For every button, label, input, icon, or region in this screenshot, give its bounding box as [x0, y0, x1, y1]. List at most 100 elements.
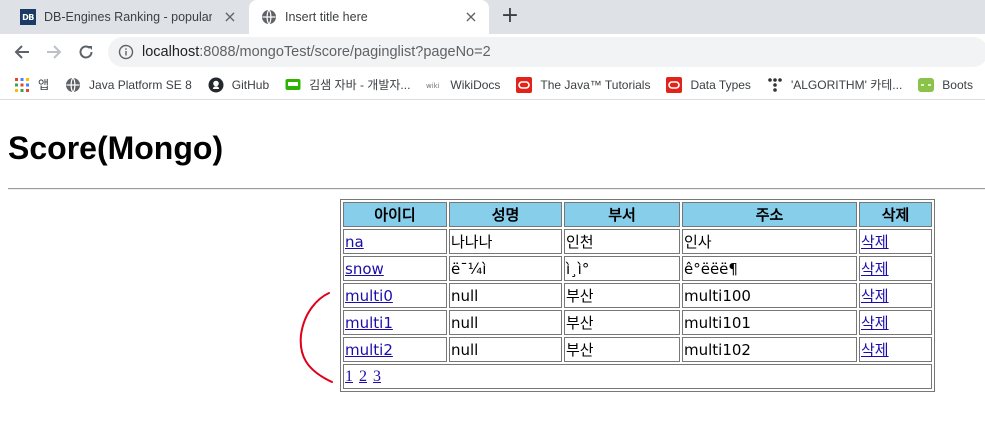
id-link[interactable]: multi0	[345, 287, 393, 305]
bookmark-label: Boots	[942, 77, 973, 92]
cell-id: snow	[343, 256, 447, 281]
bookmark-label: 김샘 자바 - 개발자...	[309, 78, 411, 92]
url-text: localhost:8088/mongoTest/score/paginglis…	[142, 44, 491, 60]
info-icon[interactable]	[118, 44, 134, 60]
address-bar[interactable]: localhost:8088/mongoTest/score/paginglis…	[108, 37, 985, 67]
header-addr: 주소	[682, 202, 857, 227]
svg-text:wiki: wiki	[426, 82, 440, 90]
bookmark-wikidocs[interactable]: wiki WikiDocs	[426, 77, 500, 93]
bookmark-label: 'ALGORITHM' 카테...	[790, 78, 903, 92]
cell-id: multi0	[343, 283, 447, 308]
table-row: multi2 null 부산 multi102 삭제	[343, 337, 932, 362]
page-link-2[interactable]: 2	[359, 368, 367, 385]
bookmark-algorithm[interactable]: 'ALGORITHM' 카테...	[767, 76, 902, 93]
bookmark-label: WikiDocs	[450, 77, 501, 92]
tab-insert-title[interactable]: Insert title here ×	[249, 0, 489, 34]
page-link-3[interactable]: 3	[373, 368, 381, 385]
close-icon[interactable]: ×	[222, 9, 238, 25]
tab-strip: DB DB-Engines Ranking - popularit × Inse…	[0, 0, 985, 34]
wikidocs-icon: wiki	[426, 77, 442, 93]
forward-arrow-icon[interactable]	[40, 38, 68, 66]
tistory-icon	[767, 77, 783, 93]
header-delete: 삭제	[859, 202, 932, 227]
apps-grid-icon	[14, 77, 30, 93]
cell-dept: 인천	[564, 229, 680, 254]
bookmark-data-types[interactable]: Data Types	[666, 76, 751, 93]
page-title: Score(Mongo)	[8, 130, 224, 166]
cell-dept: 부산	[564, 337, 680, 362]
red-bracket-annotation	[299, 292, 333, 383]
blog-icon	[285, 77, 301, 93]
header-id: 아이디	[343, 202, 447, 227]
id-link[interactable]: snow	[345, 260, 384, 278]
cell-delete: 삭제	[859, 337, 932, 362]
delete-link[interactable]: 삭제	[861, 341, 889, 359]
bookmark-label: The Java™ Tutorials	[540, 77, 651, 92]
page-link-1[interactable]: 1	[345, 368, 353, 385]
header-dept: 부서	[564, 202, 680, 227]
bookmark-java-tutorials[interactable]: The Java™ Tutorials	[516, 76, 651, 93]
close-icon[interactable]: ×	[463, 9, 479, 25]
table-row: na 나나나 인천 인사 삭제	[343, 229, 932, 254]
oracle-icon	[516, 76, 533, 93]
delete-link[interactable]: 삭제	[861, 314, 889, 332]
cell-addr: 인사	[682, 229, 857, 254]
bookmark-label: 앱	[38, 78, 50, 92]
delete-link[interactable]: 삭제	[861, 287, 889, 305]
delete-link[interactable]: 삭제	[861, 260, 889, 278]
table-row: multi1 null 부산 multi101 삭제	[343, 310, 932, 335]
cell-dept: 부산	[564, 310, 680, 335]
table-row: snow ë¯¼ì ì¸ì° ê°ëëë¶ 삭제	[343, 256, 932, 281]
db-engines-favicon-icon: DB	[20, 9, 36, 25]
cell-addr: multi102	[682, 337, 857, 362]
cell-id: multi2	[343, 337, 447, 362]
score-table: 아이디 성명 부서 주소 삭제 na 나나나 인천 인사 삭제 snow ë¯¼…	[340, 199, 935, 392]
back-arrow-icon[interactable]	[8, 38, 36, 66]
cell-addr: multi101	[682, 310, 857, 335]
tab-title: Insert title here	[285, 10, 368, 24]
bookmark-github[interactable]: GitHub	[208, 77, 269, 93]
oracle-icon	[666, 76, 683, 93]
bookmarks-bar: 앱 Java Platform SE 8 GitHub 김샘 자바 - 개발자.…	[0, 70, 985, 100]
bookmark-boots[interactable]: Boots	[918, 77, 973, 93]
cell-name: null	[449, 283, 562, 308]
bookmark-label: Data Types	[690, 77, 751, 92]
header-name: 성명	[449, 202, 562, 227]
cell-addr: ê°ëëë¶	[682, 256, 857, 281]
cell-name: null	[449, 337, 562, 362]
pagination: 123	[343, 364, 932, 389]
id-link[interactable]: multi1	[345, 314, 393, 332]
bookmark-label: GitHub	[231, 77, 270, 92]
table-row: multi0 null 부산 multi100 삭제	[343, 283, 932, 308]
pagination-row: 123	[343, 364, 932, 389]
bookmark-java-platform[interactable]: Java Platform SE 8	[65, 77, 192, 93]
github-icon	[208, 77, 224, 93]
browser-toolbar: localhost:8088/mongoTest/score/paginglis…	[0, 34, 985, 70]
bookmark-label: Java Platform SE 8	[89, 77, 192, 92]
globe-icon	[65, 77, 81, 93]
cell-delete: 삭제	[859, 310, 932, 335]
url-host: localhost	[142, 44, 200, 60]
url-path: :8088/mongoTest/score/paginglist?pageNo=…	[199, 44, 491, 60]
cell-name: null	[449, 310, 562, 335]
bootstrap-icon	[918, 77, 935, 93]
cell-dept: 부산	[564, 283, 680, 308]
cell-delete: 삭제	[859, 283, 932, 308]
cell-id: multi1	[343, 310, 447, 335]
bookmark-apps[interactable]: 앱	[14, 76, 49, 93]
page-content: Score(Mongo) 아이디 성명 부서 주소 삭제 na 나나나 인천 인…	[0, 101, 985, 425]
cell-name: ë¯¼ì	[449, 256, 562, 281]
new-tab-plus-icon[interactable]: +	[498, 4, 522, 28]
globe-icon	[261, 9, 277, 25]
id-link[interactable]: multi2	[345, 341, 393, 359]
cell-id: na	[343, 229, 447, 254]
delete-link[interactable]: 삭제	[861, 233, 889, 251]
bookmark-kimsam-java[interactable]: 김샘 자바 - 개발자...	[285, 76, 410, 93]
table-header-row: 아이디 성명 부서 주소 삭제	[343, 202, 932, 227]
cell-dept: ì¸ì°	[564, 256, 680, 281]
reload-icon[interactable]	[72, 38, 100, 66]
id-link[interactable]: na	[345, 233, 364, 251]
tab-db-engines[interactable]: DB DB-Engines Ranking - popularit ×	[8, 0, 248, 34]
cell-addr: multi100	[682, 283, 857, 308]
horizontal-rule	[8, 188, 985, 190]
